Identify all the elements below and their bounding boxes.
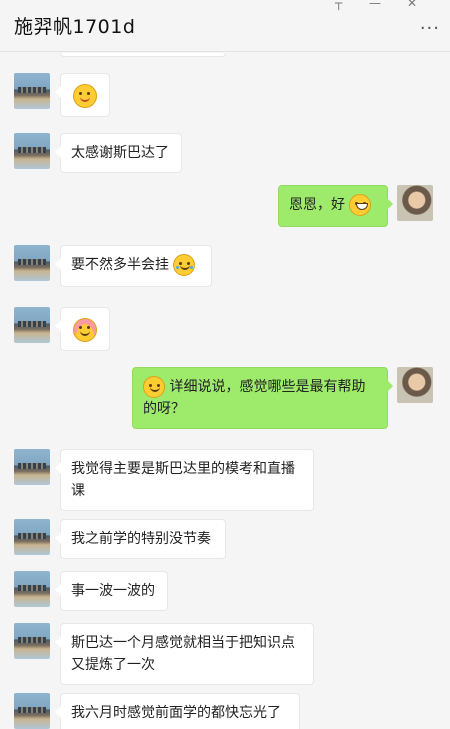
message-bubble[interactable]: 事一波一波的: [55, 571, 168, 611]
tears-of-joy-icon: [173, 254, 196, 276]
message-bubble[interactable]: 恩恩，好: [278, 185, 393, 227]
message-bubble[interactable]: 斯巴达一个月感觉就相当于把知识点又提炼了一次: [55, 623, 314, 685]
message-bubble[interactable]: 太感谢斯巴达了: [55, 133, 182, 173]
message-text: 要不然多半会挂: [71, 257, 169, 273]
message-bubble[interactable]: 要不然多半会挂: [55, 245, 212, 287]
message-text: 事一波一波的: [71, 583, 155, 599]
message-text: 恩恩，好: [289, 197, 345, 213]
contact-avatar[interactable]: [14, 73, 50, 109]
contact-avatar[interactable]: [14, 623, 50, 659]
message-bubble[interactable]: 我六月时感觉前面学的都快忘光了: [55, 693, 300, 729]
smile-face-icon: [143, 376, 165, 398]
chat-title: 施羿帆1701d: [14, 16, 136, 38]
message-text: 斯巴达一个月感觉就相当于把知识点又提炼了一次: [71, 635, 295, 673]
contact-avatar[interactable]: [14, 693, 50, 729]
message-bubble[interactable]: 详细说说，感觉哪些是最有帮助的呀？: [132, 367, 393, 429]
contact-avatar[interactable]: [14, 133, 50, 169]
previous-bubble-fragment: [60, 53, 226, 57]
message-bubble[interactable]: [55, 307, 110, 351]
shy-face-icon: [73, 318, 97, 342]
contact-avatar[interactable]: [14, 245, 50, 281]
message-text: 我觉得主要是斯巴达里的模考和直播课: [71, 461, 295, 499]
close-icon[interactable]: ✕: [407, 0, 417, 10]
message-list[interactable]: 太感谢斯巴达了 恩恩，好 要不然多半会挂 详细说说，感觉哪些是最有帮助的呀？ 我…: [0, 53, 450, 729]
chat-header: 施羿帆1701d ┬ — ✕ ...: [0, 0, 450, 52]
message-bubble[interactable]: 我觉得主要是斯巴达里的模考和直播课: [55, 449, 314, 511]
grin-face-icon: [349, 194, 372, 216]
message-bubble[interactable]: [55, 73, 110, 117]
self-avatar[interactable]: [397, 185, 433, 221]
minimize-icon[interactable]: —: [369, 0, 381, 10]
contact-avatar[interactable]: [14, 519, 50, 555]
message-text: 我六月时感觉前面学的都快忘光了: [71, 705, 281, 721]
more-options-button[interactable]: ...: [420, 13, 440, 34]
message-text: 我之前学的特别没节奏: [71, 531, 211, 547]
message-text: 太感谢斯巴达了: [71, 145, 169, 161]
contact-avatar[interactable]: [14, 449, 50, 485]
grimace-face-icon: [73, 84, 97, 108]
message-text: 详细说说，感觉哪些是最有帮助的呀？: [143, 379, 366, 417]
contact-avatar[interactable]: [14, 307, 50, 343]
self-avatar[interactable]: [397, 367, 433, 403]
contact-avatar[interactable]: [14, 571, 50, 607]
pin-icon[interactable]: ┬: [335, 0, 342, 10]
message-bubble[interactable]: 我之前学的特别没节奏: [55, 519, 226, 559]
